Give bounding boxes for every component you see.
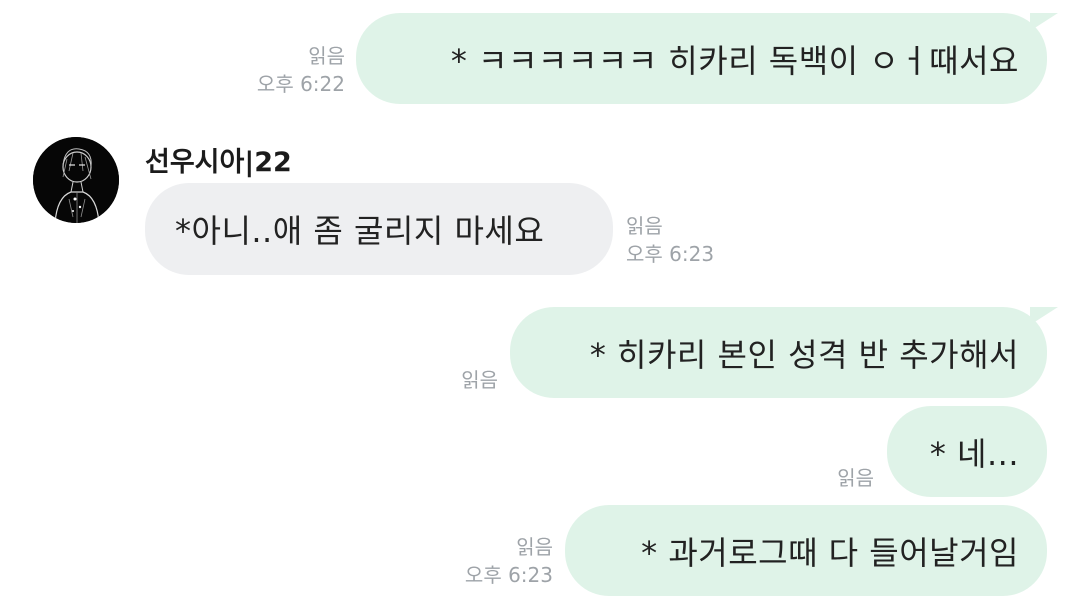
message-text: *아니..애 좀 굴리지 마세요 — [175, 212, 545, 250]
message-meta: 읽음 — [837, 464, 874, 492]
message-meta: 읽음 오후 6:23 — [465, 533, 553, 589]
message-text: * 과거로그때 다 들어날거임 — [641, 533, 1019, 572]
avatar-illustration — [33, 137, 119, 223]
bubble-tail — [1030, 13, 1058, 31]
message-meta: 읽음 오후 6:22 — [257, 42, 345, 98]
message-timestamp: 오후 6:23 — [464, 563, 553, 587]
read-receipt: 읽음 — [626, 214, 663, 238]
bubble-tail — [1030, 307, 1058, 325]
message-meta: 읽음 오후 6:23 — [626, 212, 714, 268]
message-text: * 히카리 본인 성격 반 추가해서 — [589, 335, 1019, 374]
message-bubble-outgoing[interactable]: * 과거로그때 다 들어날거임 — [565, 505, 1047, 596]
message-bubble-outgoing[interactable]: * 네... — [887, 406, 1047, 497]
read-receipt: 읽음 — [516, 535, 553, 559]
read-receipt: 읽음 — [308, 44, 345, 68]
message-bubble-outgoing[interactable]: * 히카리 본인 성격 반 추가해서 — [510, 307, 1047, 398]
message-bubble-incoming[interactable]: *아니..애 좀 굴리지 마세요 — [145, 183, 613, 275]
read-receipt: 읽음 — [461, 368, 498, 392]
message-timestamp: 오후 6:23 — [626, 242, 715, 266]
message-bubble-outgoing[interactable]: * ㅋㅋㅋㅋㅋㅋ 히카리 독백이 ㅇㅓ때서요 — [356, 13, 1047, 104]
message-text: * 네... — [929, 434, 1019, 473]
message-text: * ㅋㅋㅋㅋㅋㅋ 히카리 독백이 ㅇㅓ때서요 — [450, 41, 1019, 80]
read-receipt: 읽음 — [837, 466, 874, 490]
profile-avatar-icon[interactable] — [33, 137, 119, 223]
message-timestamp: 오후 6:22 — [256, 72, 345, 96]
message-meta: 읽음 — [461, 366, 498, 394]
sender-name: 선우시아|22 — [145, 147, 292, 178]
